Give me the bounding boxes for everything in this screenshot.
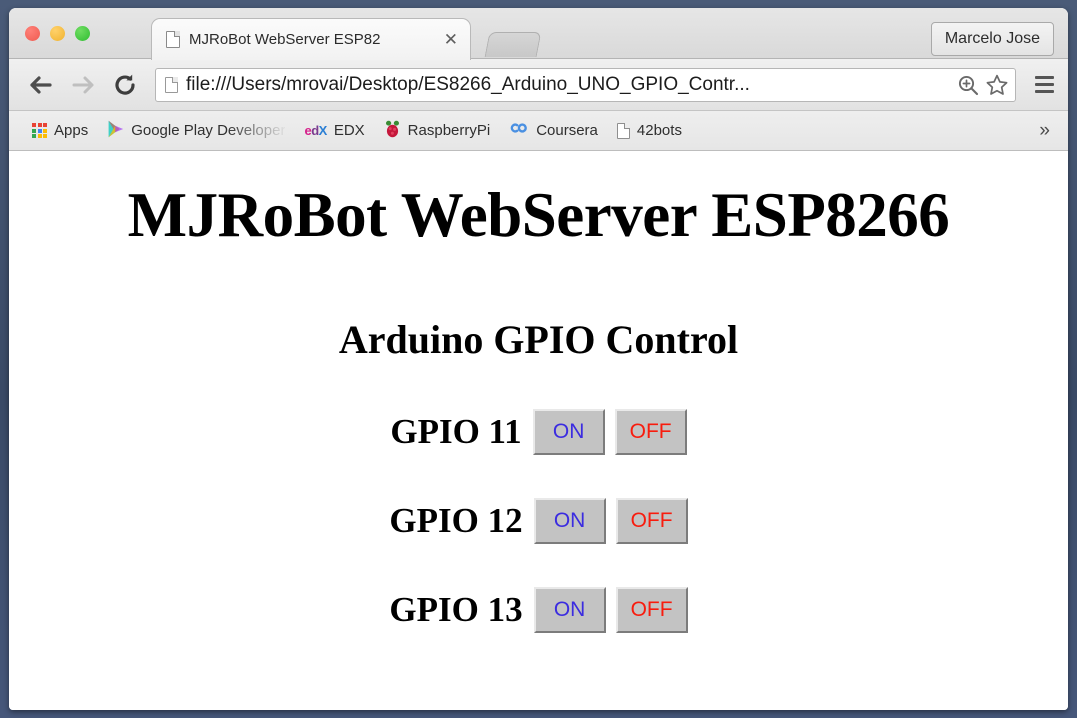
bookmark-label: RaspberryPi bbox=[407, 122, 491, 139]
bookmarks-bar: Apps Google Play Developer edX EDX Raspb… bbox=[9, 111, 1068, 151]
bookmark-star-icon[interactable] bbox=[985, 73, 1009, 97]
page-content: MJRoBot WebServer ESP8266 Arduino GPIO C… bbox=[9, 151, 1068, 710]
zoom-in-icon[interactable] bbox=[957, 74, 979, 96]
gpio-row: GPIO 13 ON OFF bbox=[9, 587, 1068, 633]
back-arrow-icon bbox=[30, 75, 52, 94]
document-icon bbox=[616, 122, 630, 139]
close-window-button[interactable] bbox=[25, 26, 40, 41]
gpio-label: GPIO 11 bbox=[390, 412, 522, 451]
gpio-13-on-button[interactable]: ON bbox=[533, 587, 606, 633]
bookmark-label: Google Play Developer bbox=[131, 122, 286, 139]
gpio-12-off-button[interactable]: OFF bbox=[615, 498, 688, 544]
bookmark-google-play-developer[interactable]: Google Play Developer bbox=[98, 116, 294, 146]
tab-close-icon[interactable]: ✕ bbox=[442, 30, 460, 49]
bookmark-apps[interactable]: Apps bbox=[23, 118, 97, 143]
hamburger-menu-icon-bar bbox=[1034, 90, 1054, 93]
minimize-window-button[interactable] bbox=[50, 26, 65, 41]
gpio-13-off-button[interactable]: OFF bbox=[615, 587, 688, 633]
tab-strip: MJRoBot WebServer ESP82 ✕ Marcelo Jose bbox=[9, 8, 1068, 60]
gpio-row: GPIO 12 ON OFF bbox=[9, 498, 1068, 544]
browser-window: MJRoBot WebServer ESP82 ✕ Marcelo Jose f… bbox=[9, 8, 1068, 710]
reload-icon bbox=[115, 74, 135, 95]
back-button[interactable] bbox=[21, 65, 61, 105]
profile-name-label: Marcelo Jose bbox=[944, 30, 1040, 47]
google-play-icon bbox=[107, 120, 124, 142]
bookmark-label: 42bots bbox=[636, 122, 682, 139]
bookmark-coursera[interactable]: Coursera bbox=[500, 117, 607, 144]
gpio-label: GPIO 13 bbox=[389, 590, 523, 629]
bookmark-edx[interactable]: edX EDX bbox=[295, 118, 373, 143]
bookmark-42bots[interactable]: 42bots bbox=[608, 118, 691, 143]
url-text[interactable]: file:///Users/mrovai/Desktop/ES8266_Ardu… bbox=[186, 74, 951, 96]
desktop-background: MJRoBot WebServer ESP82 ✕ Marcelo Jose f… bbox=[0, 0, 1077, 718]
window-controls bbox=[25, 26, 90, 41]
hamburger-menu-icon-bar bbox=[1034, 83, 1054, 86]
tab-favicon-document-icon bbox=[166, 31, 180, 48]
zoom-window-button[interactable] bbox=[75, 26, 90, 41]
forward-arrow-icon bbox=[72, 76, 94, 93]
profile-button[interactable]: Marcelo Jose bbox=[930, 22, 1054, 56]
coursera-logo-icon bbox=[509, 121, 529, 140]
edx-logo-icon: edX bbox=[304, 123, 327, 138]
bookmarks-overflow-button[interactable]: » bbox=[1029, 120, 1060, 142]
bookmark-label: Apps bbox=[54, 122, 89, 139]
bookmark-label: Coursera bbox=[536, 122, 598, 139]
bookmark-raspberrypi[interactable]: RaspberryPi bbox=[375, 116, 500, 146]
reload-button[interactable] bbox=[105, 65, 145, 105]
chrome-menu-button[interactable] bbox=[1026, 65, 1062, 105]
forward-button[interactable] bbox=[63, 65, 103, 105]
apps-grid-icon bbox=[32, 123, 47, 138]
raspberry-pi-icon bbox=[384, 120, 401, 142]
gpio-12-on-button[interactable]: ON bbox=[533, 498, 606, 544]
gpio-row: GPIO 11 ON OFF bbox=[9, 409, 1068, 455]
page-subtitle: Arduino GPIO Control bbox=[338, 317, 739, 362]
page-title: MJRoBot WebServer ESP8266 bbox=[127, 180, 950, 250]
browser-toolbar: file:///Users/mrovai/Desktop/ES8266_Ardu… bbox=[9, 59, 1068, 111]
gpio-11-on-button[interactable]: ON bbox=[532, 409, 605, 455]
new-tab-button[interactable] bbox=[484, 32, 542, 57]
gpio-label: GPIO 12 bbox=[389, 501, 523, 540]
tab-title: MJRoBot WebServer ESP82 bbox=[189, 31, 381, 48]
address-bar[interactable]: file:///Users/mrovai/Desktop/ES8266_Ardu… bbox=[155, 67, 1016, 102]
bookmark-label: EDX bbox=[333, 122, 365, 139]
page-favicon-document-icon bbox=[165, 76, 178, 93]
hamburger-menu-icon-bar bbox=[1034, 76, 1054, 79]
browser-tab[interactable]: MJRoBot WebServer ESP82 ✕ bbox=[151, 18, 471, 60]
gpio-control-list: GPIO 11 ON OFF GPIO 12 ON OFF GPIO 13 ON… bbox=[9, 409, 1068, 633]
gpio-11-off-button[interactable]: OFF bbox=[614, 409, 687, 455]
